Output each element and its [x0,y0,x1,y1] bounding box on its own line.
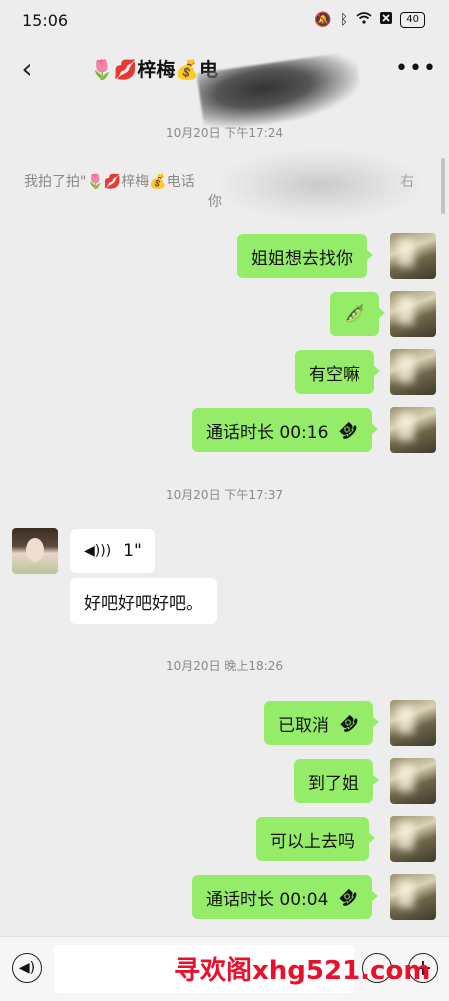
phone-hangup-icon: ☎ [335,709,363,737]
bluetooth-icon: ᛒ [339,12,349,28]
voice-duration: 1" [123,541,142,561]
timestamp: 10月20日 下午17:24 [166,126,283,140]
more-icon: ••• [395,55,437,81]
avatar[interactable] [390,700,436,746]
scrollbar[interactable] [441,158,445,214]
message-bubble-sent[interactable]: 到了姐 [294,759,379,803]
avatar[interactable] [390,816,436,862]
voice-icon: ◀) [18,960,36,976]
avatar[interactable] [390,758,436,804]
phone-hangup-icon: ☎ [334,416,363,444]
contact-avatar[interactable] [12,528,58,574]
message-text: 好吧好吧好吧。 [84,593,203,614]
voice-input-button[interactable]: ◀) [12,953,42,983]
message-text: 到了姐 [308,773,359,794]
wifi-icon [356,12,372,28]
message-text: 通话时长 00:04 [206,889,329,910]
avatar[interactable] [390,407,436,453]
message-bubble-sent[interactable]: 有空嘛 [295,350,380,394]
status-icons: 🔕 ᛒ 40 [314,12,425,28]
status-bar: 15:06 🔕 ᛒ 40 [0,0,449,40]
system-message-text: 我拍了拍"🌷💋梓梅💰电话 [24,174,195,190]
status-time: 15:06 [22,10,69,30]
phone-hangup-icon: ☎ [334,883,363,911]
timestamp: 10月20日 晚上18:26 [166,659,283,673]
message-bubble-sent[interactable]: 姐姐想去找你 [237,234,373,278]
message-bubble-received[interactable]: 好吧好吧好吧。 [70,578,217,624]
chat-header: ‹ 🌷💋梓梅💰电 ••• [0,40,449,133]
battery-icon: 40 [400,12,425,28]
voice-message-bubble[interactable]: ◀))) 1" [70,529,155,573]
avatar[interactable] [390,291,436,337]
message-text: 姐姐想去找你 [251,248,353,269]
call-record-bubble[interactable]: 通话时长 00:04 ☎ [192,875,379,919]
sound-wave-icon: ◀))) [84,543,112,559]
avatar[interactable] [390,874,436,920]
mute-icon: 🔕 [314,12,332,28]
message-text: 可以上去吗 [270,831,355,852]
message-text: 已取消 [278,715,329,736]
no-sim-icon [380,12,393,28]
avatar[interactable] [390,349,436,395]
call-record-bubble[interactable]: 通话时长 00:16 ☎ [192,408,379,452]
back-button[interactable]: ‹ [12,50,42,86]
call-record-bubble[interactable]: 已取消 ☎ [264,701,379,745]
avatar[interactable] [390,233,436,279]
message-bubble-sent[interactable]: 🫛 [330,292,386,336]
chevron-left-icon: ‹ [21,51,33,85]
message-text: 通话时长 00:16 [206,422,329,443]
more-button[interactable]: ••• [395,54,436,82]
message-text: 有空嘛 [309,364,360,385]
emoji-sticker: 🫛 [344,304,366,324]
message-bubble-sent[interactable]: 可以上去吗 [256,817,375,861]
timestamp: 10月20日 下午17:37 [166,488,283,502]
redaction-blur [220,150,420,220]
watermark: 寻欢阁xhg521.com [174,956,431,986]
